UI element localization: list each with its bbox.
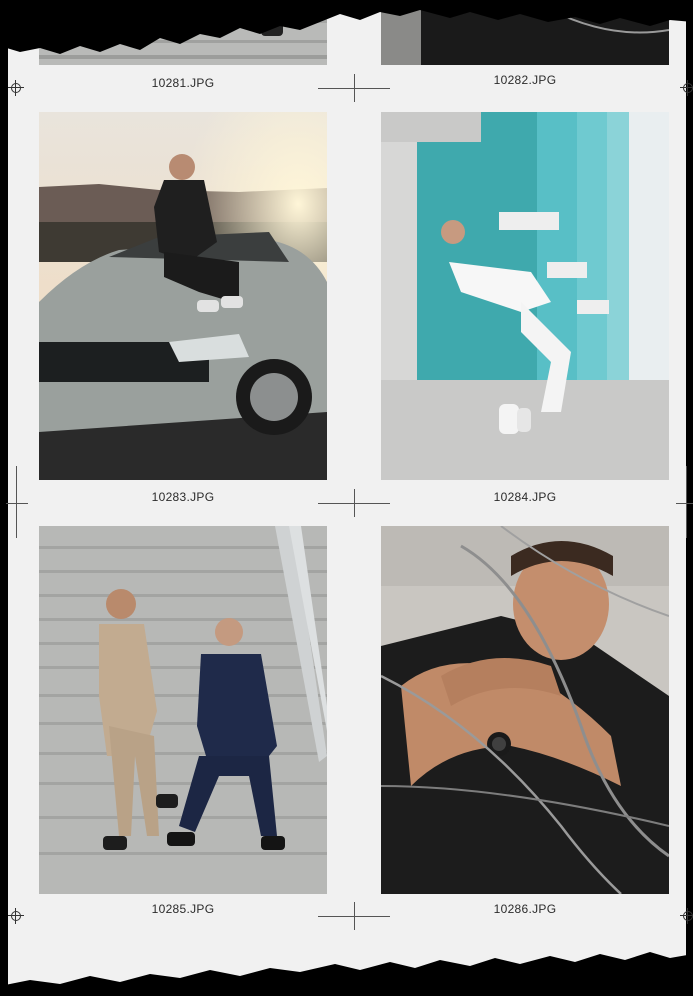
caption-10283: 10283.JPG: [151, 490, 215, 504]
photo-10286[interactable]: [381, 526, 669, 894]
caption-10281: 10281.JPG: [151, 76, 215, 90]
crop-mark: [676, 503, 693, 504]
caption-10286: 10286.JPG: [493, 902, 557, 916]
crop-mark: [6, 503, 28, 504]
registration-mark-icon: [8, 80, 24, 96]
man-on-car-image: [39, 112, 327, 480]
caption-10284: 10284.JPG: [493, 490, 557, 504]
registration-mark-icon: [8, 908, 24, 924]
torn-edge-top: [0, 0, 693, 54]
crop-mark: [354, 489, 355, 517]
torn-edge-bottom: [0, 952, 693, 996]
caption-10285: 10285.JPG: [151, 902, 215, 916]
caption-10282: 10282.JPG: [493, 73, 557, 87]
photo-10283[interactable]: [39, 112, 327, 480]
men-in-suits-image: [39, 526, 327, 894]
crop-mark: [354, 74, 355, 102]
crop-mark: [686, 466, 687, 538]
man-with-wire-image: [381, 526, 669, 894]
registration-mark-icon: [680, 80, 693, 96]
photo-10285[interactable]: [39, 526, 327, 894]
photo-10284[interactable]: [381, 112, 669, 480]
crop-mark: [354, 902, 355, 930]
crop-mark: [16, 466, 17, 538]
registration-mark-icon: [680, 908, 693, 924]
man-white-outfit-image: [381, 112, 669, 480]
